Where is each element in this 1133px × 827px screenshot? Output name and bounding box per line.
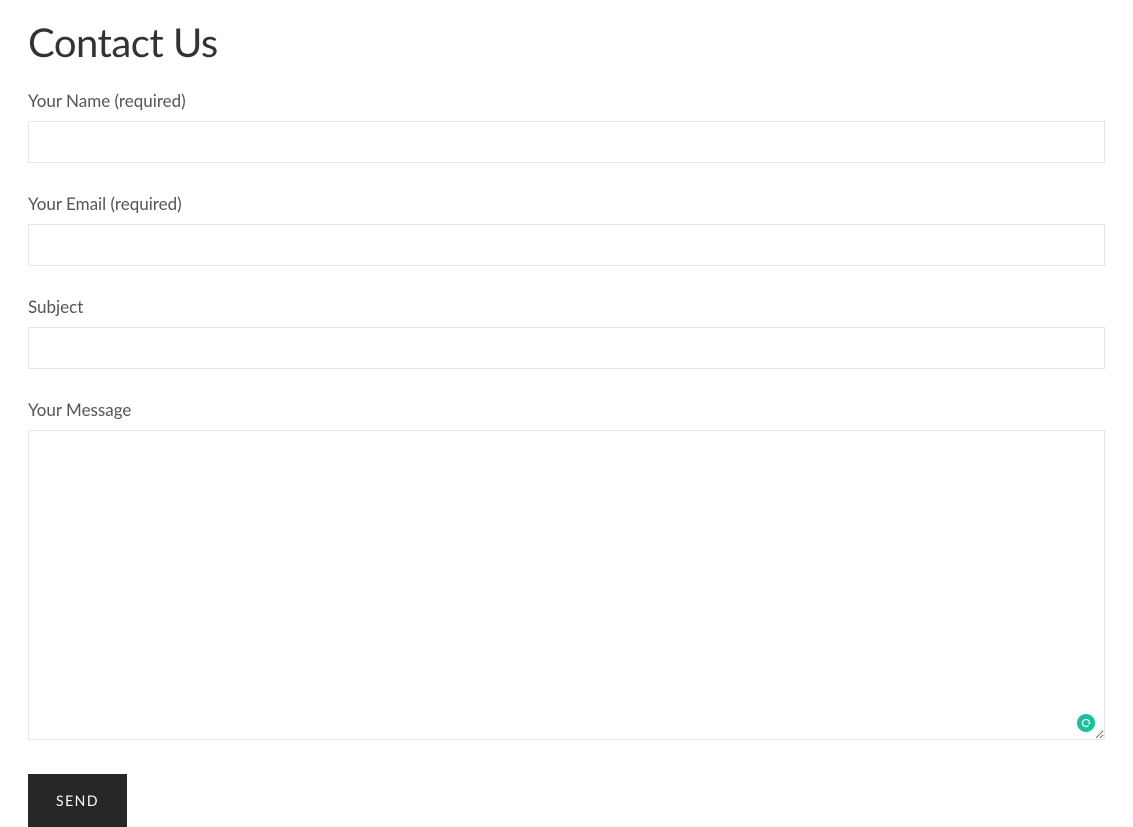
textarea-wrapper — [28, 430, 1105, 744]
email-label: Your Email (required) — [28, 193, 1105, 214]
name-input[interactable] — [28, 121, 1105, 163]
subject-input[interactable] — [28, 327, 1105, 369]
name-group: Your Name (required) — [28, 90, 1105, 163]
subject-group: Subject — [28, 296, 1105, 369]
email-group: Your Email (required) — [28, 193, 1105, 266]
message-input[interactable] — [28, 430, 1105, 740]
message-label: Your Message — [28, 399, 1105, 420]
send-button[interactable]: SEND — [28, 774, 127, 827]
contact-form: Your Name (required) Your Email (require… — [28, 90, 1105, 827]
page-title: Contact Us — [28, 18, 1105, 66]
name-label: Your Name (required) — [28, 90, 1105, 111]
message-group: Your Message — [28, 399, 1105, 744]
subject-label: Subject — [28, 296, 1105, 317]
email-input[interactable] — [28, 224, 1105, 266]
